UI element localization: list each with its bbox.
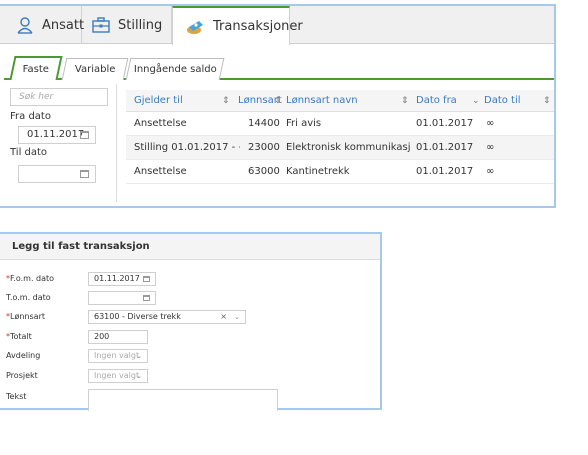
til-dato-field[interactable] — [18, 165, 96, 183]
totalt-value: 200 — [94, 332, 110, 341]
tab-variable[interactable]: Variable — [61, 58, 129, 80]
person-icon — [16, 16, 34, 34]
clear-icon[interactable]: × — [220, 311, 227, 323]
cell-dato-til: ∞ — [486, 142, 495, 153]
til-dato-label: Til dato — [10, 147, 48, 158]
tab-label: Ansatt — [42, 17, 85, 33]
lonnsart-label: *Lønnsart — [6, 312, 45, 321]
column-header-lonnsart-navn[interactable]: Lønnsart navn — [286, 90, 358, 112]
field-label: Lønnsart — [10, 312, 45, 321]
tab-label: Inngående saldo — [133, 64, 217, 75]
cell-dato-fra: 01.01.2017 — [416, 118, 474, 129]
tab-stilling[interactable]: Stilling — [82, 6, 172, 44]
tab-ansatt[interactable]: Ansatt — [0, 6, 85, 44]
tekst-label: Tekst — [6, 392, 27, 401]
calendar-icon[interactable] — [80, 170, 89, 178]
tab-label: Transaksjoner — [213, 19, 303, 34]
calendar-icon[interactable] — [143, 295, 150, 301]
avdeling-label: Avdeling — [6, 351, 41, 360]
cell-gjelder-til: Stilling 01.01.2017 - ∞ — [134, 142, 240, 153]
tab-label: Variable — [74, 64, 116, 75]
main-tab-bar: Ansatt Stilling Transaksjoner — [0, 6, 554, 45]
money-icon — [185, 19, 205, 35]
table-row[interactable]: Ansettelse 14400 Fri avis 01.01.2017 ∞ — [126, 112, 554, 136]
briefcase-icon — [92, 17, 110, 33]
table-header: Gjelder til ⇕ Lønnsart ⇕ Lønnsart navn ⇕… — [126, 90, 554, 112]
sort-icon[interactable]: ⇕ — [543, 90, 551, 112]
prosjekt-value: Ingen valgt — [94, 371, 140, 380]
tom-dato-label: T.o.m. dato — [6, 293, 51, 302]
prosjekt-label: Prosjekt — [6, 371, 38, 380]
chevron-down-icon[interactable]: ⌄ — [136, 350, 142, 362]
tom-dato-field[interactable] — [88, 291, 156, 305]
cell-dato-til: ∞ — [486, 166, 495, 177]
field-label: Totalt — [10, 332, 32, 341]
totalt-label: *Totalt — [6, 332, 32, 341]
fom-dato-field[interactable]: 01.11.2017 — [88, 272, 156, 286]
cell-lonnsart-navn: Fri avis — [286, 118, 322, 129]
fom-dato-value: 01.11.2017 — [94, 274, 140, 283]
cell-dato-fra: 01.01.2017 — [416, 166, 474, 177]
fom-dato-label: *F.o.m. dato — [6, 274, 54, 283]
lonnsart-select[interactable]: 63100 - Diverse trekk × ⌄ — [88, 310, 246, 324]
sort-icon[interactable]: ⇕ — [401, 90, 409, 112]
prosjekt-select[interactable]: Ingen valgt ⌄ — [88, 369, 148, 383]
sub-tab-bar: Faste Variable Inngående saldo — [4, 54, 554, 80]
cell-lonnsart: 63000 — [248, 166, 280, 177]
cell-lonnsart: 23000 — [248, 142, 280, 153]
column-header-dato-til[interactable]: Dato til — [484, 90, 521, 112]
chevron-down-icon[interactable]: ⌄ — [136, 370, 142, 382]
tab-label: Faste — [22, 63, 49, 75]
fra-dato-field[interactable]: 01.11.2017 — [18, 126, 96, 144]
tab-transaksjoner[interactable]: Transaksjoner — [172, 6, 303, 45]
avdeling-select[interactable]: Ingen valgt ⌄ — [88, 349, 148, 363]
table-row[interactable]: Ansettelse 63000 Kantinetrekk 01.01.2017… — [126, 160, 554, 184]
fra-dato-value: 01.11.2017 — [27, 129, 85, 140]
cell-gjelder-til: Ansettelse — [134, 118, 187, 129]
tab-label: Stilling — [118, 17, 163, 33]
cell-gjelder-til: Ansettelse — [134, 166, 187, 177]
column-header-gjelder-til[interactable]: Gjelder til — [134, 90, 183, 112]
cell-lonnsart-navn: Elektronisk kommunikasjo... — [286, 142, 411, 153]
tab-inngaende-saldo[interactable]: Inngående saldo — [125, 58, 225, 80]
field-label: F.o.m. dato — [10, 274, 55, 283]
add-fixed-transaction-dialog: Legg til fast transaksjon *F.o.m. dato 0… — [0, 232, 382, 411]
sort-icon[interactable]: ⇕ — [222, 90, 230, 112]
cell-lonnsart: 14400 — [248, 118, 280, 129]
fra-dato-label: Fra dato — [10, 111, 51, 122]
sort-icon[interactable]: ⇕ — [274, 90, 282, 112]
tab-faste[interactable]: Faste — [9, 56, 63, 80]
calendar-icon[interactable] — [80, 131, 89, 139]
cell-dato-fra: 01.01.2017 — [416, 142, 474, 153]
divider — [116, 84, 117, 202]
calendar-icon[interactable] — [143, 276, 150, 282]
tekst-textarea[interactable] — [88, 389, 278, 411]
column-header-dato-fra[interactable]: Dato fra — [416, 90, 457, 112]
chevron-down-icon[interactable]: ⌄ — [234, 311, 240, 323]
lonnsart-value: 63100 - Diverse trekk — [94, 312, 181, 321]
employee-transactions-panel: Ansatt Stilling Transaksjoner Faste Vari… — [0, 4, 556, 208]
cell-lonnsart-navn: Kantinetrekk — [286, 166, 350, 177]
avdeling-value: Ingen valgt — [94, 351, 140, 360]
cell-dato-til: ∞ — [486, 118, 495, 129]
search-input[interactable]: Søk her — [10, 88, 108, 106]
sort-desc-icon[interactable]: ⌄ — [472, 90, 480, 112]
dialog-title: Legg til fast transaksjon — [0, 234, 380, 260]
totalt-input[interactable]: 200 — [88, 330, 148, 344]
table-row[interactable]: Stilling 01.01.2017 - ∞ 23000 Elektronis… — [126, 136, 554, 160]
